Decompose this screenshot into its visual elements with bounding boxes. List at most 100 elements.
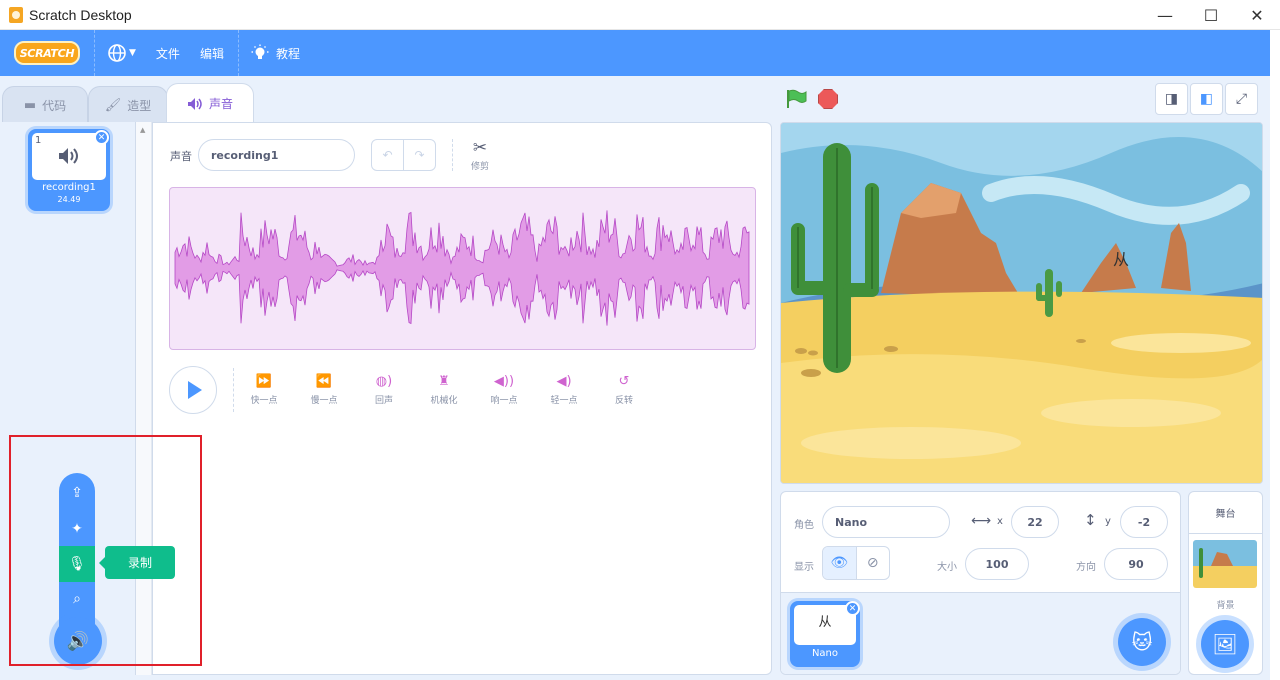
undo-button[interactable]: ↶ [372, 140, 404, 170]
sprite-list: 从 ✕ Nano 🐱 [781, 593, 1180, 674]
tab-costumes[interactable]: 🖌 造型 [88, 86, 168, 124]
menu-divider [94, 30, 95, 76]
waveform-display[interactable] [169, 187, 756, 350]
tutorials-label: 教程 [275, 46, 300, 61]
tab-code-label: 代码 [42, 99, 67, 113]
redo-icon: ↷ [414, 148, 425, 162]
trim-button[interactable]: ✂ 修剪 [468, 138, 492, 172]
effect-label: 快一点 [250, 396, 278, 406]
backdrops-label: 背景 [1216, 601, 1235, 611]
sprite-properties: 角色 Nano ⟷ x 22 ↕ y -2 显示 👁 ⊘ 大小 100 方向 9… [781, 492, 1180, 593]
effect-robot-button[interactable]: ♜ 机械化 [422, 374, 466, 406]
play-sound-button[interactable] [169, 366, 217, 414]
lightbulb-icon [251, 44, 269, 59]
sound-index: 1 [35, 135, 42, 146]
scratch-app-icon [9, 6, 23, 23]
stage-selector[interactable]: 舞台 背景 🖼 [1188, 491, 1263, 675]
menu-bar: SCRATCH ▼ 文件 编辑 教程 [0, 30, 1270, 76]
effect-label: 慢一点 [310, 396, 338, 406]
paintbrush-icon: 🖌 [104, 98, 122, 113]
window-title: Scratch Desktop [29, 6, 132, 23]
eye-slash-icon: ⊘ [866, 555, 879, 571]
softer-icon: ◀) [556, 374, 572, 389]
cat-plus-icon: 🐱 [1131, 630, 1153, 654]
image-plus-icon: 🖼 [1212, 632, 1238, 656]
window-edge [1270, 30, 1280, 680]
redo-button[interactable]: ↷ [404, 140, 435, 170]
delete-sound-icon[interactable]: ✕ [94, 130, 109, 145]
x-position-input[interactable]: 22 [1011, 506, 1059, 538]
effect-softer-button[interactable]: ◀) 轻一点 [542, 374, 586, 406]
add-sprite-button[interactable]: 🐱 [1118, 618, 1166, 666]
horizontal-arrow-icon: ⟷ [971, 513, 992, 529]
tab-code[interactable]: ▬ 代码 [2, 86, 88, 124]
maximize-button[interactable]: ☐ [1188, 0, 1234, 30]
fullscreen-icon: ⤢ [1235, 91, 1248, 107]
effect-label: 回声 [374, 396, 393, 406]
annotation-highlight-box [9, 435, 202, 666]
sound-name-label: 声音 [170, 150, 192, 163]
effect-faster-button[interactable]: ⏩ 快一点 [242, 374, 286, 406]
sprite-name-input[interactable]: Nano [822, 506, 950, 538]
y-position-input[interactable]: -2 [1120, 506, 1168, 538]
sprite-tile-name: Nano [811, 648, 839, 659]
menu-divider [237, 30, 239, 76]
file-menu[interactable]: 文件 [156, 45, 180, 62]
window-titlebar: Scratch Desktop — ☐ ✕ [0, 0, 1280, 30]
play-icon [188, 381, 202, 399]
normal-stage-button[interactable]: ◧ [1190, 83, 1223, 115]
chevron-down-icon: ▼ [129, 48, 136, 58]
y-label: y [1105, 516, 1111, 527]
effect-reverse-button[interactable]: ↺ 反转 [602, 374, 646, 406]
sprite-name-label: 角色 [794, 520, 814, 531]
robot-icon: ♜ [438, 374, 450, 389]
vertical-arrow-icon: ↕ [1084, 511, 1097, 529]
effect-label: 机械化 [430, 396, 458, 406]
sound-name-input[interactable]: recording1 [198, 139, 355, 171]
stop-sign-icon[interactable] [818, 89, 838, 109]
stage-header: 舞台 [1189, 492, 1262, 534]
trim-label: 修剪 [470, 162, 489, 172]
delete-sprite-icon[interactable]: ✕ [845, 601, 860, 616]
small-stage-icon: ◨ [1164, 91, 1179, 107]
size-input[interactable]: 100 [965, 548, 1029, 580]
scroll-up-arrow-icon[interactable]: ▲ [140, 126, 145, 134]
echo-icon: ◍) [375, 374, 393, 389]
sprite-tile[interactable]: 从 ✕ Nano [790, 601, 860, 667]
stage-canvas[interactable]: 从 [780, 122, 1263, 484]
stage-thumbnail [1193, 540, 1257, 588]
effect-echo-button[interactable]: ◍) 回声 [362, 374, 406, 406]
hide-sprite-button[interactable]: ⊘ [857, 547, 890, 579]
tab-sounds[interactable]: 声音 [166, 83, 254, 123]
sound-tile[interactable]: 1 ✕ recording1 24.49 [28, 129, 110, 211]
direction-label: 方向 [1076, 562, 1096, 573]
scratch-logo[interactable]: SCRATCH [14, 41, 80, 65]
show-sprite-button[interactable]: 👁 [823, 547, 857, 579]
louder-icon: ◀)) [493, 374, 515, 389]
waveform-path [174, 210, 750, 326]
green-flag-icon[interactable] [785, 89, 807, 109]
minimize-button[interactable]: — [1142, 0, 1188, 30]
visibility-toggle: 👁 ⊘ [822, 546, 890, 580]
fullscreen-button[interactable]: ⤢ [1225, 83, 1258, 115]
desert-backdrop: 从 [781, 123, 1262, 483]
undo-icon: ↶ [382, 148, 393, 162]
direction-input[interactable]: 90 [1104, 548, 1168, 580]
language-menu[interactable]: ▼ [107, 43, 136, 63]
slower-icon: ⏪ [315, 374, 333, 389]
close-window-button[interactable]: ✕ [1234, 0, 1280, 30]
small-stage-button[interactable]: ◨ [1155, 83, 1188, 115]
faster-icon: ⏩ [255, 374, 273, 389]
code-blocks-icon: ▬ [23, 98, 37, 113]
sound-tile-name: recording1 [42, 182, 96, 193]
effect-slower-button[interactable]: ⏪ 慢一点 [302, 374, 346, 406]
effect-label: 轻一点 [550, 396, 578, 406]
tab-sounds-label: 声音 [208, 97, 233, 111]
add-backdrop-button[interactable]: 🖼 [1201, 620, 1249, 668]
tab-costumes-label: 造型 [127, 99, 152, 113]
effect-louder-button[interactable]: ◀)) 响一点 [482, 374, 526, 406]
tutorials-menu[interactable]: 教程 [251, 44, 300, 62]
edit-menu[interactable]: 编辑 [200, 45, 224, 62]
show-label: 显示 [794, 562, 814, 573]
globe-icon [108, 44, 126, 62]
